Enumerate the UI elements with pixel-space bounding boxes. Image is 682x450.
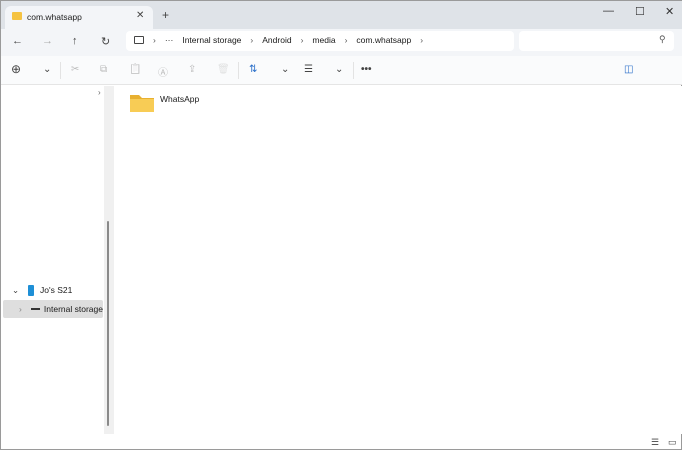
divider (238, 62, 239, 79)
breadcrumb-com-whatsapp[interactable]: com.whatsapp (356, 35, 411, 45)
chevron-right-icon[interactable]: › (250, 35, 253, 45)
address-bar[interactable]: › ··· Internal storage › Android › media… (126, 31, 514, 51)
file-item-whatsapp[interactable]: WhatsApp (127, 91, 207, 115)
breadcrumb: › ··· Internal storage › Android › media… (134, 35, 423, 45)
search-icon: ⚲ (659, 34, 666, 44)
divider (353, 62, 354, 79)
tab-title: com.whatsapp (27, 12, 82, 22)
more-options-button[interactable]: ••• (361, 64, 372, 75)
computer-icon[interactable] (134, 36, 144, 44)
cut-button[interactable]: ✂ (71, 64, 79, 75)
tab-close-button[interactable]: ✕ (136, 10, 144, 21)
search-input[interactable]: ⚲ (519, 31, 674, 51)
chevron-right-icon[interactable]: › (420, 35, 423, 45)
chevron-right-icon[interactable]: › (19, 304, 28, 314)
back-button[interactable]: ← (12, 35, 23, 47)
delete-button[interactable]: 🗑 (217, 64, 230, 75)
rename-button[interactable]: Ⓐ (158, 64, 168, 79)
folder-icon (12, 12, 22, 20)
tree-item-internal-storage[interactable]: › Internal storage (3, 300, 103, 318)
navigation-scrollbar[interactable] (104, 86, 114, 434)
paste-button[interactable]: 📋 (129, 64, 141, 75)
chevron-down-icon[interactable]: ⌄ (12, 285, 22, 296)
phone-icon (28, 284, 34, 296)
navigation-pane: › ⌄ Jo's S21 › Internal storage (1, 86, 104, 434)
maximize-button[interactable]: ☐ (635, 5, 645, 18)
share-button[interactable]: ⇪ (188, 64, 196, 75)
copy-button[interactable]: ⧉ (100, 64, 107, 75)
tree-item-label: Internal storage (43, 304, 103, 314)
file-name: WhatsApp (160, 94, 200, 104)
sort-button[interactable]: ⇅ (249, 64, 257, 75)
divider (60, 62, 61, 79)
refresh-button[interactable]: ↻ (101, 35, 110, 48)
file-list: WhatsApp (114, 86, 682, 434)
view-button[interactable]: ☰ (304, 64, 313, 75)
minimize-button[interactable]: — (603, 5, 614, 17)
tree-item-label: Jo's S21 (40, 285, 73, 295)
folder-icon (130, 95, 154, 112)
title-bar: com.whatsapp ✕ + — ☐ ✕ (1, 1, 682, 30)
new-button[interactable]: ⊕ (11, 62, 21, 76)
chevron-right-icon[interactable]: › (345, 35, 348, 45)
tree-item-jos-s21[interactable]: ⌄ Jo's S21 (3, 281, 103, 299)
new-tab-button[interactable]: + (162, 8, 169, 22)
details-pane-button[interactable]: ◫ (624, 64, 633, 75)
chevron-down-icon[interactable]: ⌄ (43, 64, 51, 75)
up-button[interactable]: ↑ (72, 35, 78, 47)
command-bar: ⊕ ⌄ ✂ ⧉ 📋 Ⓐ ⇪ 🗑 ⇅ ⌄ ☰ ⌄ ••• ◫ (1, 56, 682, 85)
forward-button[interactable]: → (42, 35, 53, 47)
scrollbar-thumb[interactable] (107, 221, 109, 426)
chevron-right-icon[interactable]: › (153, 35, 156, 45)
chevron-right-icon[interactable]: › (98, 88, 101, 97)
tab-com-whatsapp[interactable]: com.whatsapp ✕ (5, 6, 153, 30)
list-view-button[interactable]: ☰ (651, 437, 659, 448)
breadcrumb-media[interactable]: media (312, 35, 335, 45)
chevron-down-icon[interactable]: ⌄ (335, 64, 343, 75)
navigation-bar: ← → ↑ ↻ › ··· Internal storage › Android… (1, 29, 682, 56)
close-button[interactable]: ✕ (665, 5, 674, 18)
chevron-down-icon[interactable]: ⌄ (281, 64, 289, 75)
breadcrumb-more[interactable]: ··· (165, 35, 174, 45)
breadcrumb-android[interactable]: Android (262, 35, 291, 45)
drive-icon (30, 308, 40, 310)
breadcrumb-internal-storage[interactable]: Internal storage (182, 35, 241, 45)
chevron-right-icon[interactable]: › (301, 35, 304, 45)
tiles-view-button[interactable]: ▭ (668, 437, 677, 448)
